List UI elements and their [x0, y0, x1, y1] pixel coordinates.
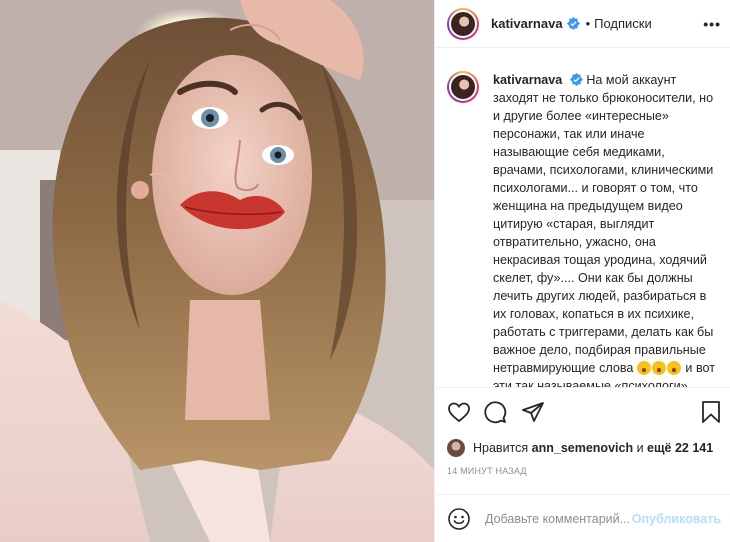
verified-icon	[569, 73, 583, 86]
username-link[interactable]: kativarnava	[491, 16, 563, 31]
comment-icon[interactable]	[483, 400, 507, 424]
following-button[interactable]: Подписки	[594, 16, 652, 31]
bookmark-icon[interactable]	[699, 400, 723, 424]
post-sidebar: kativarnava • Подписки ••• kativarnava Н…	[434, 0, 730, 542]
liker-username-link[interactable]: ann_semenovich	[532, 441, 633, 455]
post-header: kativarnava • Подписки •••	[435, 0, 730, 48]
post-photo[interactable]	[0, 0, 434, 542]
action-bar	[435, 387, 730, 435]
caption-row: kativarnava На мой аккаунт заходят не то…	[447, 71, 719, 387]
share-icon[interactable]	[521, 400, 545, 424]
caption-body-part1: На мой аккаунт заходят не только брюконо…	[493, 73, 714, 375]
comment-input[interactable]: Добавьте комментарий...	[485, 512, 645, 526]
grin-emoji-icon	[651, 361, 666, 375]
liker-avatar[interactable]	[447, 439, 465, 457]
likes-prefix: Нравится	[473, 441, 529, 455]
smile-icon[interactable]	[447, 507, 471, 531]
likes-line: Нравится ann_semenovich и ещё 22 141	[447, 435, 713, 461]
heart-icon[interactable]	[447, 400, 471, 424]
verified-icon	[566, 17, 580, 30]
caption-username-link[interactable]: kativarnava	[493, 73, 562, 87]
caption-scroll-area[interactable]: kativarnava На мой аккаунт заходят не то…	[435, 49, 730, 387]
avatar[interactable]	[447, 7, 479, 40]
likes-count-link[interactable]: ещё 22 141	[647, 441, 713, 455]
grin-emoji-icon	[666, 361, 681, 375]
caption-avatar[interactable]	[447, 71, 479, 103]
comment-bar: Добавьте комментарий... Опубликовать	[435, 494, 730, 542]
grin-emoji-icon	[636, 361, 651, 375]
publish-button[interactable]: Опубликовать	[632, 512, 721, 526]
caption-text: kativarnava На мой аккаунт заходят не то…	[493, 71, 719, 387]
likes-conj: и	[636, 441, 644, 455]
separator-dot: •	[585, 16, 591, 31]
more-options-icon[interactable]: •••	[703, 16, 721, 32]
post-timestamp[interactable]: 14 МИНУТ НАЗАД	[447, 466, 527, 476]
selfie-image	[0, 0, 434, 542]
